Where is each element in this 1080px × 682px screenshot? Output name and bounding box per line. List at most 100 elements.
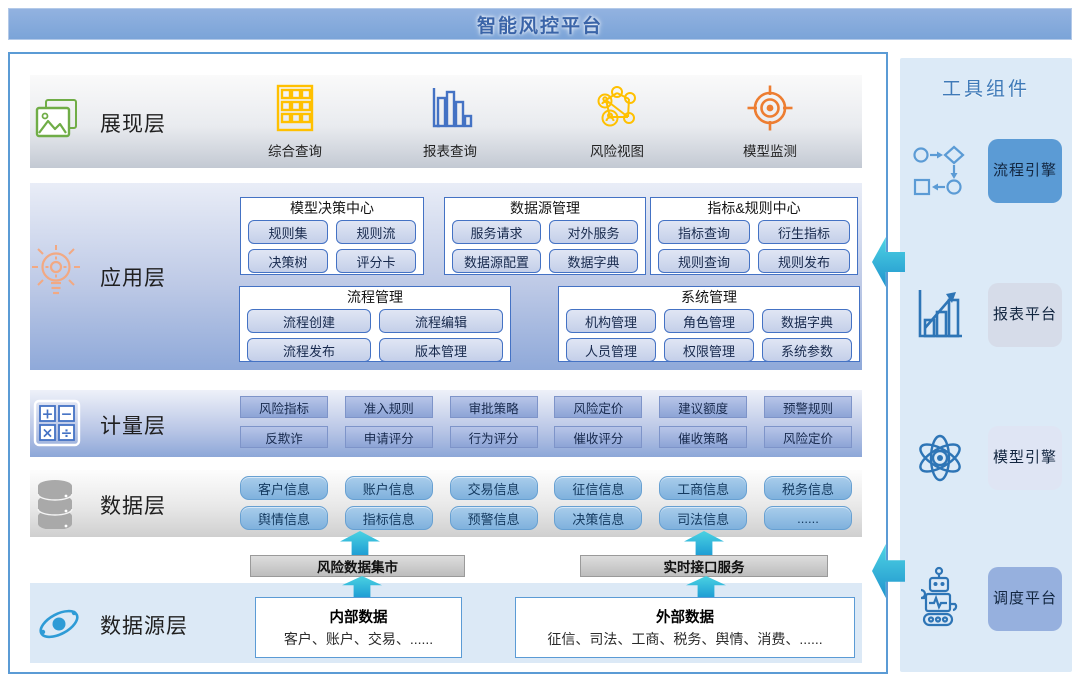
metric-layer-label: 计量层 <box>100 410 166 440</box>
data-pill: 预警信息 <box>450 506 538 530</box>
lightbulb-gear-icon <box>30 243 82 303</box>
app-pill: 决策树 <box>248 249 328 273</box>
app-pill: 规则查询 <box>658 249 750 273</box>
pictures-icon <box>33 97 80 144</box>
data-pill-row: 客户信息账户信息交易信息征信信息工商信息税务信息 <box>240 476 852 500</box>
internal-data-box: 内部数据 客户、账户、交易、...... <box>255 597 462 658</box>
risk-data-mart-bar: 风险数据集市 <box>250 555 465 577</box>
network-icon <box>592 84 642 132</box>
data-pill: 交易信息 <box>450 476 538 500</box>
group-system-management: 系统管理 机构管理角色管理数据字典人员管理权限管理系统参数 <box>558 286 860 362</box>
app-pill: 系统参数 <box>762 338 852 362</box>
internal-data-desc: 客户、账户、交易、...... <box>284 629 433 649</box>
data-pill: 账户信息 <box>345 476 433 500</box>
presentation-layer-label: 展现层 <box>100 108 166 138</box>
group-pill-grid: 机构管理角色管理数据字典人员管理权限管理系统参数 <box>559 308 859 368</box>
app-pill: 角色管理 <box>664 309 754 333</box>
data-pill-row: 舆情信息指标信息预警信息决策信息司法信息...... <box>240 506 852 530</box>
app-pill: 规则集 <box>248 220 328 244</box>
realtime-interface-bar: 实时接口服务 <box>580 555 828 577</box>
svg-text:−: − <box>61 407 73 423</box>
group-title: 流程管理 <box>240 287 510 308</box>
presentation-item-label: 综合查询 <box>268 140 322 160</box>
app-pill: 权限管理 <box>664 338 754 362</box>
group-indicator-rule-center: 指标&规则中心 指标查询衍生指标规则查询规则发布 <box>650 197 858 275</box>
data-pill: 指标信息 <box>345 506 433 530</box>
presentation-item-label: 报表查询 <box>423 140 477 160</box>
data-pill: 客户信息 <box>240 476 328 500</box>
data-pill: 征信信息 <box>554 476 642 500</box>
app-pill: 数据源配置 <box>452 249 541 273</box>
app-pill: 规则流 <box>336 220 416 244</box>
data-pill: 决策信息 <box>554 506 642 530</box>
group-process-management: 流程管理 流程创建流程编辑流程发布版本管理 <box>239 286 511 362</box>
svg-text:×: × <box>42 426 54 442</box>
metric-pill: 反欺诈 <box>240 426 328 448</box>
data-layer-label: 数据层 <box>100 490 166 520</box>
metric-pill-row: 反欺诈申请评分行为评分催收评分催收策略风险定价 <box>240 426 852 448</box>
toolbox-item-process-engine: 流程引擎 <box>910 136 1062 206</box>
toolbox-title: 工具组件 <box>900 74 1072 101</box>
target-icon <box>746 84 794 132</box>
database-icon <box>30 477 80 529</box>
group-datasource-management: 数据源管理 服务请求对外服务数据源配置数据字典 <box>444 197 646 275</box>
metric-pill: 风险定价 <box>764 426 852 448</box>
group-title: 指标&规则中心 <box>651 198 857 219</box>
barchart-icon <box>426 84 474 132</box>
internal-data-title: 内部数据 <box>330 606 388 627</box>
application-layer-label: 应用层 <box>100 262 166 292</box>
presentation-item: 模型监测 <box>715 84 825 160</box>
galaxy-icon <box>34 599 84 649</box>
toolbox-label: 流程引擎 <box>988 139 1062 203</box>
source-layer-label: 数据源层 <box>100 610 188 640</box>
top-banner: 智能风控平台 <box>8 8 1072 40</box>
platform-title: 智能风控平台 <box>477 11 603 38</box>
atom-icon <box>910 426 970 490</box>
toolbox-item-model-engine: 模型引擎 <box>910 424 1062 492</box>
metric-pill: 催收策略 <box>659 426 747 448</box>
presentation-item-label: 风险视图 <box>590 140 644 160</box>
metric-pill: 催收评分 <box>554 426 642 448</box>
app-pill: 数据字典 <box>762 309 852 333</box>
external-data-box: 外部数据 征信、司法、工商、税务、舆情、消费、...... <box>515 597 855 658</box>
data-pill: 税务信息 <box>764 476 852 500</box>
app-pill: 服务请求 <box>452 220 541 244</box>
group-pill-grid: 服务请求对外服务数据源配置数据字典 <box>445 219 645 279</box>
metric-pill: 审批策略 <box>450 396 538 418</box>
metric-pill: 风险定价 <box>554 396 642 418</box>
external-data-desc: 征信、司法、工商、税务、舆情、消费、...... <box>547 629 822 649</box>
app-pill: 版本管理 <box>379 338 503 362</box>
app-pill: 流程编辑 <box>379 309 503 333</box>
metric-pill: 申请评分 <box>345 426 433 448</box>
group-model-decision-center: 模型决策中心 规则集规则流决策树评分卡 <box>240 197 424 275</box>
external-data-title: 外部数据 <box>656 606 714 627</box>
app-pill: 评分卡 <box>336 249 416 273</box>
flowchart-icon <box>910 143 970 199</box>
svg-text:+: + <box>42 407 54 423</box>
app-pill: 流程发布 <box>247 338 371 362</box>
svg-text:÷: ÷ <box>61 426 73 442</box>
metric-pill: 风险指标 <box>240 396 328 418</box>
toolbox-item-report-platform: 报表平台 <box>910 282 1062 348</box>
group-title: 系统管理 <box>559 287 859 308</box>
toolbox-item-scheduler-platform: 调度平台 <box>910 563 1062 635</box>
metric-pill: 准入规则 <box>345 396 433 418</box>
robot-icon <box>910 566 968 632</box>
metric-pill: 建议额度 <box>659 396 747 418</box>
app-pill: 机构管理 <box>566 309 656 333</box>
group-pill-grid: 规则集规则流决策树评分卡 <box>241 219 423 279</box>
metric-pill: 预警规则 <box>764 396 852 418</box>
grid-icon <box>271 84 319 132</box>
app-pill: 规则发布 <box>758 249 850 273</box>
toolbox-label: 调度平台 <box>988 567 1062 631</box>
app-pill: 衍生指标 <box>758 220 850 244</box>
data-pill: ...... <box>764 506 852 530</box>
presentation-item: 综合查询 <box>240 84 350 160</box>
data-pill: 司法信息 <box>659 506 747 530</box>
data-pill: 工商信息 <box>659 476 747 500</box>
metric-pill-row: 风险指标准入规则审批策略风险定价建议额度预警规则 <box>240 396 852 418</box>
app-pill: 对外服务 <box>549 220 638 244</box>
app-pill: 指标查询 <box>658 220 750 244</box>
presentation-item-label: 模型监测 <box>743 140 797 160</box>
app-pill: 人员管理 <box>566 338 656 362</box>
